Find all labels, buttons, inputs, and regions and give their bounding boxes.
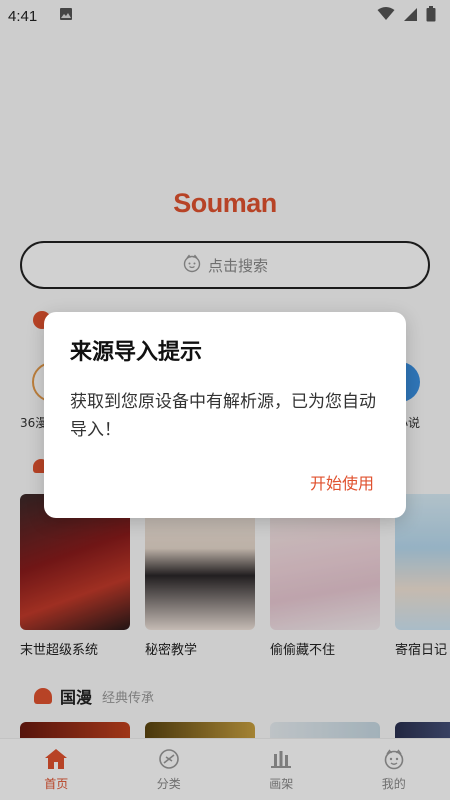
source-import-dialog: 来源导入提示 获取到您原设备中有解析源，已为您自动导入！ 开始使用	[44, 312, 406, 518]
dialog-message: 获取到您原设备中有解析源，已为您自动导入！	[70, 392, 376, 440]
dialog-title: 来源导入提示	[70, 340, 203, 365]
home-screen: 4:41 Souman 点击搜索 36漫 小说 末世超级系统 秘密教学 偷偷藏不…	[0, 0, 450, 800]
start-using-button[interactable]: 开始使用	[310, 470, 374, 494]
